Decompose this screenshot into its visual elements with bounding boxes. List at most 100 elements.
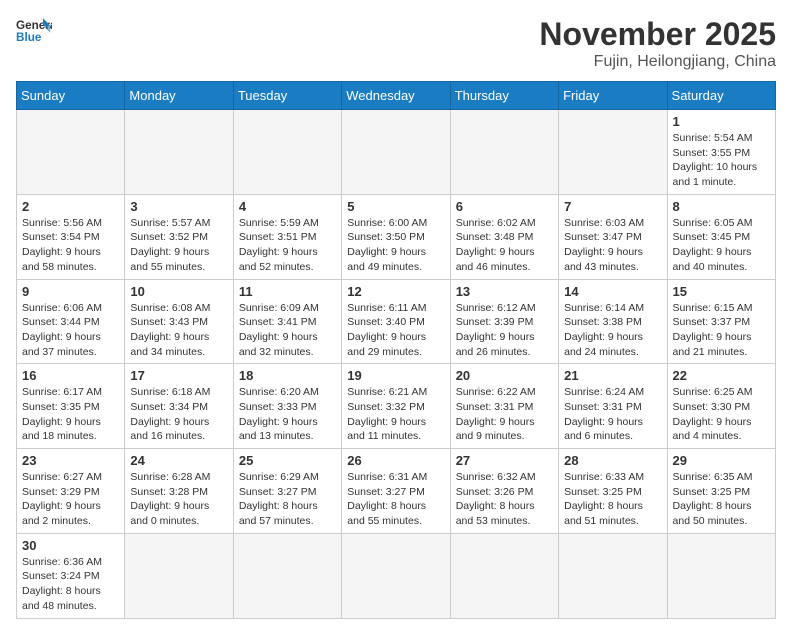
calendar-day-header: Saturday (667, 82, 775, 110)
calendar-day-cell: 11 Sunrise: 6:09 AM Sunset: 3:41 PM Dayli… (233, 279, 341, 364)
day-number: 6 (456, 199, 553, 214)
day-info: Sunrise: 6:32 AM Sunset: 3:26 PM Dayligh… (456, 470, 553, 529)
day-number: 28 (564, 453, 661, 468)
day-info: Sunrise: 6:29 AM Sunset: 3:27 PM Dayligh… (239, 470, 336, 529)
day-number: 11 (239, 284, 336, 299)
day-info: Sunrise: 6:27 AM Sunset: 3:29 PM Dayligh… (22, 470, 119, 529)
day-info: Sunrise: 5:59 AM Sunset: 3:51 PM Dayligh… (239, 216, 336, 275)
calendar-day-cell: 12Sunrise: 6:11 AM Sunset: 3:40 PM Dayli… (342, 279, 450, 364)
day-info: Sunrise: 6:02 AM Sunset: 3:48 PM Dayligh… (456, 216, 553, 275)
day-info: Sunrise: 6:12 AM Sunset: 3:39 PM Dayligh… (456, 301, 553, 360)
day-info: Sunrise: 6:00 AM Sunset: 3:50 PM Dayligh… (347, 216, 444, 275)
day-number: 15 (673, 284, 770, 299)
calendar-day-cell: 26 Sunrise: 6:31 AM Sunset: 3:27 PM Dayli… (342, 449, 450, 534)
svg-text:Blue: Blue (16, 31, 42, 44)
day-info: Sunrise: 5:56 AM Sunset: 3:54 PM Dayligh… (22, 216, 119, 275)
calendar-week-row: 9Sunrise: 6:06 AM Sunset: 3:44 PM Daylig… (17, 279, 776, 364)
calendar-day-cell: 6 Sunrise: 6:02 AM Sunset: 3:48 PM Daylig… (450, 194, 558, 279)
calendar-day-cell: 20Sunrise: 6:22 AM Sunset: 3:31 PM Dayli… (450, 364, 558, 449)
calendar-day-cell: 16 Sunrise: 6:17 AM Sunset: 3:35 PM Dayli… (17, 364, 125, 449)
day-number: 8 (673, 199, 770, 214)
calendar-day-cell (125, 110, 233, 195)
day-number: 1 (673, 114, 770, 129)
calendar-day-cell: 9Sunrise: 6:06 AM Sunset: 3:44 PM Daylig… (17, 279, 125, 364)
day-info: Sunrise: 6:31 AM Sunset: 3:27 PM Dayligh… (347, 470, 444, 529)
calendar-day-cell (342, 533, 450, 618)
day-info: Sunrise: 6:03 AM Sunset: 3:47 PM Dayligh… (564, 216, 661, 275)
calendar-week-row: 1 Sunrise: 5:54 AM Sunset: 3:55 PM Daylig… (17, 110, 776, 195)
day-number: 16 (22, 368, 119, 383)
calendar-day-cell: 21Sunrise: 6:24 AM Sunset: 3:31 PM Dayli… (559, 364, 667, 449)
calendar-week-row: 30Sunrise: 6:36 AM Sunset: 3:24 PM Dayli… (17, 533, 776, 618)
calendar-day-cell: 7 Sunrise: 6:03 AM Sunset: 3:47 PM Daylig… (559, 194, 667, 279)
calendar-day-cell (559, 533, 667, 618)
calendar-day-cell (125, 533, 233, 618)
calendar-day-cell: 10 Sunrise: 6:08 AM Sunset: 3:43 PM Dayli… (125, 279, 233, 364)
calendar-week-row: 16 Sunrise: 6:17 AM Sunset: 3:35 PM Dayli… (17, 364, 776, 449)
day-number: 5 (347, 199, 444, 214)
calendar-day-cell (17, 110, 125, 195)
day-number: 29 (673, 453, 770, 468)
calendar-day-header: Sunday (17, 82, 125, 110)
day-info: Sunrise: 6:08 AM Sunset: 3:43 PM Dayligh… (130, 301, 227, 360)
calendar-day-header: Thursday (450, 82, 558, 110)
logo-icon: General Blue (16, 16, 52, 44)
day-info: Sunrise: 6:11 AM Sunset: 3:40 PM Dayligh… (347, 301, 444, 360)
day-info: Sunrise: 6:17 AM Sunset: 3:35 PM Dayligh… (22, 385, 119, 444)
day-number: 22 (673, 368, 770, 383)
day-info: Sunrise: 6:09 AM Sunset: 3:41 PM Dayligh… (239, 301, 336, 360)
calendar-day-cell: 22 Sunrise: 6:25 AM Sunset: 3:30 PM Dayli… (667, 364, 775, 449)
day-info: Sunrise: 6:20 AM Sunset: 3:33 PM Dayligh… (239, 385, 336, 444)
calendar-day-cell: 18Sunrise: 6:20 AM Sunset: 3:33 PM Dayli… (233, 364, 341, 449)
page-header: General Blue November 2025 Fujin, Heilon… (16, 16, 776, 71)
day-info: Sunrise: 6:18 AM Sunset: 3:34 PM Dayligh… (130, 385, 227, 444)
calendar-day-cell: 17Sunrise: 6:18 AM Sunset: 3:34 PM Dayli… (125, 364, 233, 449)
day-number: 19 (347, 368, 444, 383)
day-info: Sunrise: 6:28 AM Sunset: 3:28 PM Dayligh… (130, 470, 227, 529)
calendar-day-cell: 5 Sunrise: 6:00 AM Sunset: 3:50 PM Daylig… (342, 194, 450, 279)
calendar-day-cell: 2 Sunrise: 5:56 AM Sunset: 3:54 PM Daylig… (17, 194, 125, 279)
calendar-day-cell: 30Sunrise: 6:36 AM Sunset: 3:24 PM Dayli… (17, 533, 125, 618)
calendar-day-cell: 28Sunrise: 6:33 AM Sunset: 3:25 PM Dayli… (559, 449, 667, 534)
calendar-day-cell: 29Sunrise: 6:35 AM Sunset: 3:25 PM Dayli… (667, 449, 775, 534)
day-info: Sunrise: 6:25 AM Sunset: 3:30 PM Dayligh… (673, 385, 770, 444)
calendar-day-cell: 25 Sunrise: 6:29 AM Sunset: 3:27 PM Dayli… (233, 449, 341, 534)
calendar-day-cell (667, 533, 775, 618)
day-number: 3 (130, 199, 227, 214)
title-block: November 2025 Fujin, Heilongjiang, China (539, 16, 776, 71)
day-number: 25 (239, 453, 336, 468)
calendar-day-cell: 3 Sunrise: 5:57 AM Sunset: 3:52 PM Daylig… (125, 194, 233, 279)
calendar-header-row: SundayMondayTuesdayWednesdayThursdayFrid… (17, 82, 776, 110)
calendar-day-header: Tuesday (233, 82, 341, 110)
day-info: Sunrise: 6:21 AM Sunset: 3:32 PM Dayligh… (347, 385, 444, 444)
calendar-table: SundayMondayTuesdayWednesdayThursdayFrid… (16, 81, 776, 619)
calendar-day-cell (342, 110, 450, 195)
calendar-day-cell: 24Sunrise: 6:28 AM Sunset: 3:28 PM Dayli… (125, 449, 233, 534)
calendar-day-cell (450, 533, 558, 618)
day-number: 10 (130, 284, 227, 299)
calendar-day-cell (233, 110, 341, 195)
day-number: 7 (564, 199, 661, 214)
calendar-week-row: 23 Sunrise: 6:27 AM Sunset: 3:29 PM Dayli… (17, 449, 776, 534)
day-number: 23 (22, 453, 119, 468)
calendar-day-cell (559, 110, 667, 195)
day-number: 14 (564, 284, 661, 299)
day-number: 2 (22, 199, 119, 214)
calendar-day-cell: 19 Sunrise: 6:21 AM Sunset: 3:32 PM Dayli… (342, 364, 450, 449)
day-info: Sunrise: 6:22 AM Sunset: 3:31 PM Dayligh… (456, 385, 553, 444)
day-info: Sunrise: 5:57 AM Sunset: 3:52 PM Dayligh… (130, 216, 227, 275)
calendar-day-cell: 13Sunrise: 6:12 AM Sunset: 3:39 PM Dayli… (450, 279, 558, 364)
calendar-week-row: 2 Sunrise: 5:56 AM Sunset: 3:54 PM Daylig… (17, 194, 776, 279)
calendar-day-cell: 1 Sunrise: 5:54 AM Sunset: 3:55 PM Daylig… (667, 110, 775, 195)
calendar-day-header: Monday (125, 82, 233, 110)
calendar-day-cell (450, 110, 558, 195)
day-number: 26 (347, 453, 444, 468)
calendar-day-cell (233, 533, 341, 618)
day-number: 30 (22, 538, 119, 553)
calendar-day-cell: 23 Sunrise: 6:27 AM Sunset: 3:29 PM Dayli… (17, 449, 125, 534)
calendar-day-header: Friday (559, 82, 667, 110)
calendar-day-cell: 15Sunrise: 6:15 AM Sunset: 3:37 PM Dayli… (667, 279, 775, 364)
day-info: Sunrise: 5:54 AM Sunset: 3:55 PM Dayligh… (673, 131, 770, 190)
location: Fujin, Heilongjiang, China (539, 53, 776, 71)
calendar-day-cell: 4Sunrise: 5:59 AM Sunset: 3:51 PM Daylig… (233, 194, 341, 279)
